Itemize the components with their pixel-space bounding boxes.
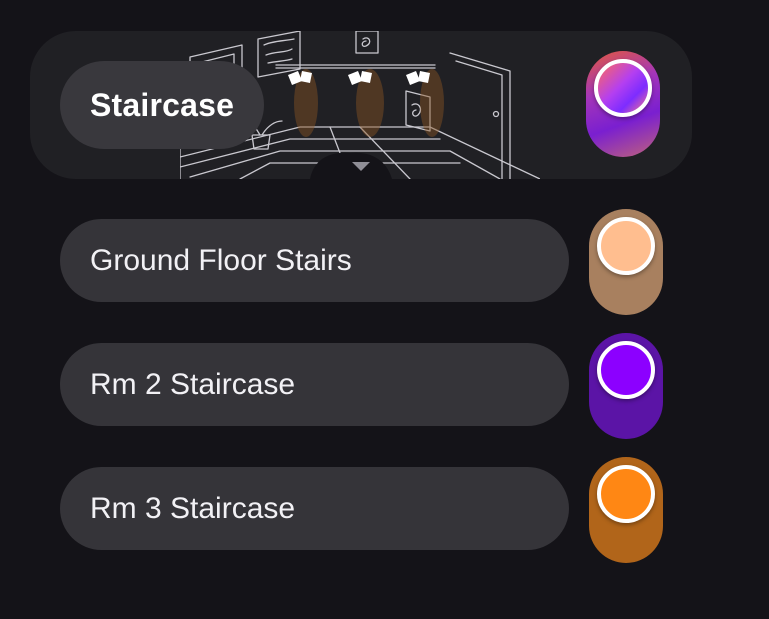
room-toggle-knob bbox=[594, 59, 652, 117]
light-row-ground-floor-stairs[interactable]: Ground Floor Stairs bbox=[60, 219, 569, 302]
light-toggle-rm-2-staircase[interactable] bbox=[589, 333, 663, 439]
room-name-pill[interactable]: Staircase bbox=[60, 61, 265, 149]
light-toggle-ground-floor-stairs[interactable] bbox=[589, 209, 663, 315]
chevron-down-icon[interactable] bbox=[352, 162, 370, 171]
light-name-label: Ground Floor Stairs bbox=[90, 243, 352, 277]
light-row-rm-3-staircase[interactable]: Rm 3 Staircase bbox=[60, 467, 569, 550]
toggle-knob bbox=[597, 341, 655, 399]
room-name-label: Staircase bbox=[90, 86, 235, 123]
light-name-label: Rm 3 Staircase bbox=[90, 491, 296, 525]
lighting-room-panel: Staircase Ground Floor Stairs Rm 2 Stair… bbox=[0, 0, 769, 619]
light-toggle-rm-3-staircase[interactable] bbox=[589, 457, 663, 563]
room-toggle[interactable] bbox=[586, 51, 660, 157]
toggle-knob bbox=[597, 217, 655, 275]
toggle-knob bbox=[597, 465, 655, 523]
light-row-rm-2-staircase[interactable]: Rm 2 Staircase bbox=[60, 343, 569, 426]
light-name-label: Rm 2 Staircase bbox=[90, 367, 296, 401]
